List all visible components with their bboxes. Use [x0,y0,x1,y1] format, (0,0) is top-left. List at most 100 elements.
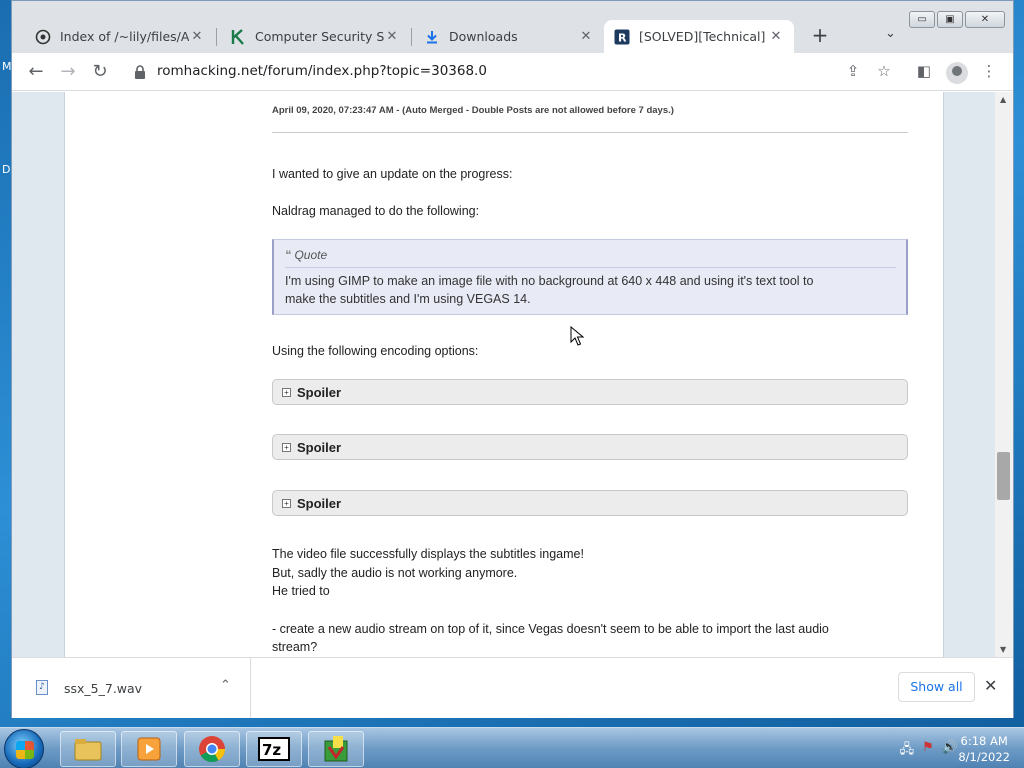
chrome-icon [199,736,226,763]
lock-icon[interactable] [134,65,146,79]
post-meta: April 09, 2020, 07:23:47 AM - (Auto Merg… [272,105,674,116]
menu-icon[interactable]: ⋮ [978,62,1000,80]
tab-romhacking-active[interactable]: R [SOLVED][Technical] [PS ✕ [604,20,794,53]
tab-title: Downloads [449,29,518,44]
bookmark-star-icon[interactable]: ☆ [873,62,895,80]
spoiler-label: Spoiler [297,439,342,455]
vertical-scrollbar[interactable]: ▲ ▼ [995,92,1013,657]
windows-taskbar: 7z 🖧 ⚑ 🔊 6:18 AM 8/1/2022 [0,727,1024,768]
scroll-up-icon[interactable]: ▲ [1000,95,1006,104]
post-text: He tried to [272,584,330,598]
audio-file-icon: ♪ [36,680,48,695]
volume-icon[interactable]: 🔊 [942,740,958,762]
spoiler-toggle[interactable]: + Spoiler [272,490,908,516]
tab-title: [SOLVED][Technical] [PS [639,29,768,44]
spoiler-label: Spoiler [297,384,342,400]
post-text: Naldrag managed to do the following: [272,204,480,218]
expand-plus-icon: + [282,498,291,508]
forum-page: April 09, 2020, 07:23:47 AM - (Auto Merg… [64,92,944,657]
restore-button[interactable]: ▣ [937,11,963,28]
chevron-up-icon[interactable]: ⌃ [220,678,231,693]
expand-plus-icon: + [282,442,291,452]
svg-text:7z: 7z [262,741,281,759]
minimize-button[interactable]: ▭ [909,11,935,28]
close-icon[interactable]: ✕ [189,29,205,44]
scroll-down-icon[interactable]: ▼ [1000,645,1006,654]
page-viewport: April 09, 2020, 07:23:47 AM - (Auto Merg… [12,92,995,657]
quote-line: I'm using GIMP to make an image file wit… [285,274,814,288]
post-text: But, sadly the audio is not working anym… [272,566,518,580]
post-text: Using the following encoding options: [272,344,479,358]
start-button[interactable] [4,729,44,768]
post-text: stream? [272,640,318,654]
tab-title: Computer Security Softw [255,29,384,44]
system-clock[interactable]: 6:18 AM 8/1/2022 [958,733,1010,765]
tab-computer-security[interactable]: Computer Security Softw ✕ [220,20,410,53]
spoiler-toggle[interactable]: + Spoiler [272,379,908,405]
tab-index-of-files[interactable]: Index of /~lily/files/Arch ✕ [25,20,215,53]
profile-avatar[interactable] [946,62,968,84]
new-tab-button[interactable]: + [808,24,832,48]
romhacking-icon: R [614,29,630,45]
game-app-taskbar-button[interactable] [308,731,364,767]
server-icon [35,29,51,45]
folder-icon [74,739,102,761]
clock-date: 8/1/2022 [958,750,1010,764]
media-player-taskbar-button[interactable] [121,731,177,767]
reload-button[interactable]: ↻ [88,60,112,84]
share-icon[interactable]: ⇪ [842,62,864,80]
browser-toolbar: ← → ↻ romhacking.net/forum/index.php?top… [12,53,1013,91]
back-button[interactable]: ← [24,60,48,84]
quote-line: make the subtitles and I'm using VEGAS 1… [285,292,531,306]
download-bar: ♪ ssx_5_7.wav ⌃ Show all ✕ [12,657,1013,718]
spoiler-toggle[interactable]: + Spoiler [272,434,908,460]
action-center-flag-icon[interactable]: ⚑ [922,740,934,762]
expand-plus-icon: + [282,387,291,397]
7zip-taskbar-button[interactable]: 7z [246,731,302,767]
post-text: I wanted to give an update on the progre… [272,167,513,181]
browser-window: Index of /~lily/files/Arch ✕ Computer Se… [11,0,1014,718]
close-icon[interactable]: ✕ [768,29,784,44]
tab-separator [216,28,217,46]
tab-separator [411,28,412,46]
k-logo-icon [230,28,246,45]
tab-strip: Index of /~lily/files/Arch ✕ Computer Se… [12,1,1013,53]
post-text: The video file successfully displays the… [272,547,584,561]
explorer-taskbar-button[interactable] [60,731,116,767]
quote-label: Quote [294,248,328,262]
desktop-text: D [2,163,11,176]
tab-title: Index of /~lily/files/Arch [60,29,189,44]
tab-search-button[interactable]: ⌄ [885,26,896,41]
media-player-icon [137,737,161,761]
scroll-thumb[interactable] [997,452,1010,500]
side-panel-icon[interactable]: ◧ [913,62,935,80]
svg-text:R: R [618,31,627,44]
spoiler-label: Spoiler [297,495,342,511]
tab-downloads[interactable]: Downloads ✕ [414,20,604,53]
quote-header: ❝ Quote [285,248,327,262]
download-icon [424,29,440,45]
close-window-button[interactable]: ✕ [965,11,1005,28]
7zip-icon: 7z [258,737,290,761]
mouse-cursor-icon [570,326,584,346]
close-icon[interactable]: ✕ [984,676,997,695]
forward-button[interactable]: → [56,60,80,84]
address-bar[interactable]: romhacking.net/forum/index.php?topic=303… [157,63,487,79]
quote-body: I'm using GIMP to make an image file wit… [285,272,886,308]
chrome-taskbar-button[interactable] [184,731,240,767]
download-item[interactable]: ♪ ssx_5_7.wav ⌃ [12,658,251,718]
clock-time: 6:18 AM [960,734,1008,748]
game-app-icon [324,736,348,762]
show-all-button[interactable]: Show all [898,672,975,702]
close-icon[interactable]: ✕ [384,29,400,44]
divider [272,132,908,133]
system-tray: 🖧 ⚑ 🔊 [900,740,958,762]
post-text: - create a new audio stream on top of it… [272,622,829,636]
network-icon[interactable]: 🖧 [900,740,915,762]
window-controls: ▭ ▣ ✕ [907,11,1005,28]
quote-block: ❝ Quote I'm using GIMP to make an image f… [272,239,908,315]
quote-icon: ❝ [285,248,292,262]
divider [285,267,896,268]
close-icon[interactable]: ✕ [578,29,594,44]
download-filename: ssx_5_7.wav [64,681,143,696]
